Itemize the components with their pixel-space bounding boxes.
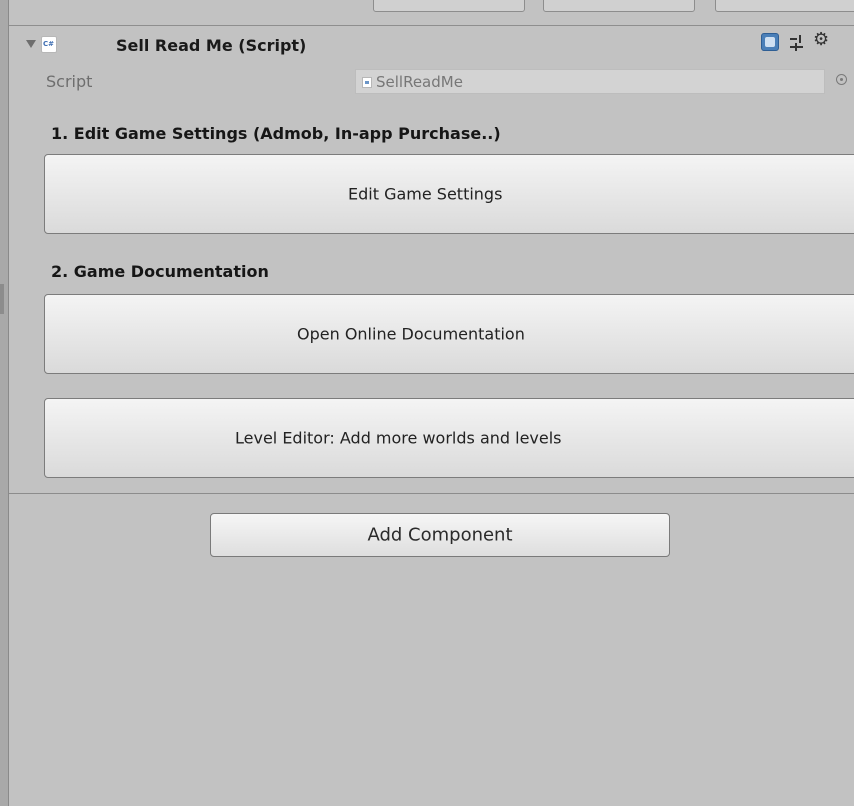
previous-component-strip [9,0,854,26]
component-divider [9,493,854,494]
preset-sliders-icon[interactable] [790,35,805,51]
level-editor-label: Level Editor: Add more worlds and levels [235,428,562,448]
csharp-script-icon: C# [41,36,57,53]
section-label-settings: 1. Edit Game Settings (Admob, In-app Pur… [51,124,501,143]
triangle-down-icon[interactable] [26,40,36,48]
inspector-panel: C# Sell Read Me (Script) ⚙ Script SellRe… [0,0,854,806]
panel-resize-notch[interactable] [0,284,4,314]
target-circle-icon[interactable] [836,74,847,85]
help-book-icon[interactable] [761,33,779,51]
level-editor-button[interactable]: Level Editor: Add more worlds and levels [44,398,854,478]
panel-left-border [0,0,9,806]
edit-game-settings-button[interactable]: Edit Game Settings [44,154,854,234]
csharp-icon-text: C# [43,40,55,48]
open-online-documentation-button[interactable]: Open Online Documentation [44,294,854,374]
script-reference-field[interactable]: SellReadMe [355,69,825,94]
script-field-label: Script [46,72,93,91]
previous-field-2[interactable] [543,0,695,12]
add-component-label: Add Component [367,524,513,546]
edit-game-settings-label: Edit Game Settings [348,184,503,204]
script-reference-value: SellReadMe [376,73,463,91]
add-component-button[interactable]: Add Component [210,513,670,557]
previous-field-1[interactable] [373,0,525,12]
section-label-documentation: 2. Game Documentation [51,262,269,281]
previous-field-3[interactable] [715,0,854,12]
component-header[interactable]: C# Sell Read Me (Script) ⚙ [9,30,854,64]
component-title: Sell Read Me (Script) [116,36,307,55]
gear-icon[interactable]: ⚙ [813,30,829,50]
script-file-icon [362,77,372,88]
open-online-documentation-label: Open Online Documentation [297,324,525,344]
